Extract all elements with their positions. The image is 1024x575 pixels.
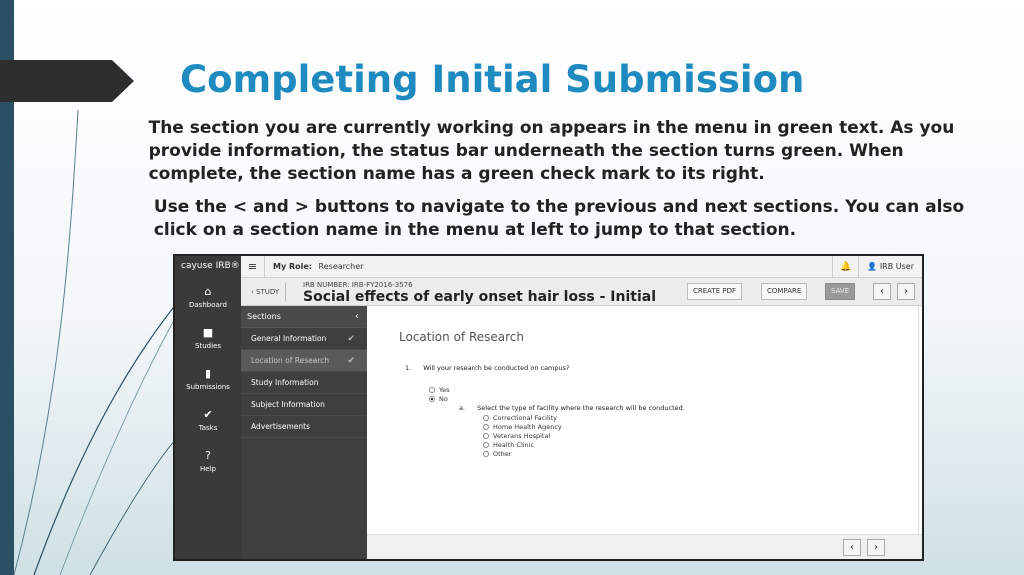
rail-item-studies[interactable]: ■ Studies [175, 319, 241, 360]
role-label: My Role: [273, 262, 312, 271]
radio-facility-option[interactable]: Other [483, 450, 511, 458]
question-1: 1. Will your research be conducted on ca… [405, 364, 569, 372]
title-arrow-tab [0, 60, 134, 102]
radio-label: Home Health Agency [493, 423, 562, 431]
radio-label: Health Clinic [493, 441, 535, 449]
rail-item-help[interactable]: ? Help [175, 442, 241, 483]
save-button[interactable]: SAVE [825, 283, 856, 300]
rail-label: Tasks [198, 424, 218, 432]
form-title: Location of Research [399, 330, 524, 344]
prev-section-button[interactable]: ‹ [873, 283, 891, 300]
radio-facility-option[interactable]: Health Clinic [483, 441, 534, 449]
compare-button[interactable]: COMPARE [761, 283, 808, 300]
menu-icon[interactable]: ≡ [241, 256, 265, 278]
sections-title: Sections [247, 312, 281, 321]
rail-label: Studies [195, 342, 221, 350]
app-topbar: ≡ My Role: Researcher 🔔 👤 IRB User [241, 256, 922, 278]
form-content: Location of Research 1. Will your resear… [367, 306, 919, 534]
radio-facility-option[interactable]: Home Health Agency [483, 423, 562, 431]
rail-item-dashboard[interactable]: ⌂ Dashboard [175, 278, 241, 319]
rail-item-tasks[interactable]: ✔ Tasks [175, 401, 241, 442]
section-item-study-information[interactable]: Study Information [241, 372, 367, 394]
check-icon: ✔ [203, 408, 213, 421]
next-section-button[interactable]: › [897, 283, 915, 300]
app-rail: cayuse IRB® ⌂ Dashboard ■ Studies ▮ Subm… [175, 256, 241, 559]
rail-label: Dashboard [189, 301, 227, 309]
section-label: General Information [251, 334, 327, 343]
app-logo: cayuse IRB® [181, 261, 240, 271]
help-icon: ? [205, 449, 211, 462]
section-label: Study Information [251, 378, 319, 387]
form-footer: ‹ › [367, 534, 922, 559]
section-label: Location of Research [251, 356, 330, 365]
folder-icon: ■ [202, 326, 214, 339]
sections-header: Sections ‹ [241, 306, 367, 328]
radio-button[interactable] [429, 396, 435, 402]
rail-item-submissions[interactable]: ▮ Submissions [175, 360, 241, 401]
bullet-list: The section you are currently working on… [138, 117, 978, 252]
radio-button[interactable] [483, 442, 489, 448]
question-letter: a. [459, 404, 466, 412]
chevron-left-icon[interactable]: ‹ [355, 306, 359, 328]
radio-yes[interactable]: Yes [429, 386, 450, 394]
radio-button[interactable] [483, 424, 489, 430]
section-item-general-information[interactable]: General Information ✔ [241, 328, 367, 350]
bullet-marker [138, 117, 149, 186]
section-item-subject-information[interactable]: Subject Information [241, 394, 367, 416]
bullet-item: Use the < and > buttons to navigate to t… [138, 196, 978, 242]
footer-next-button[interactable]: › [867, 539, 885, 556]
role-value: Researcher [318, 262, 364, 271]
section-item-advertisements[interactable]: Advertisements [241, 416, 367, 438]
rail-label: Help [200, 465, 216, 473]
rail-label: Submissions [186, 383, 230, 391]
radio-no[interactable]: No [429, 395, 448, 403]
create-pdf-button[interactable]: CREATE PDF [687, 283, 742, 300]
question-text: Will your research be conducted on campu… [423, 364, 570, 372]
bullet-marker [138, 196, 154, 242]
bullet-text: The section you are currently working on… [148, 118, 955, 184]
slide-title: Completing Initial Submission [180, 58, 805, 101]
role-display: My Role: Researcher [265, 262, 363, 271]
question-1a: a. Select the type of facility where the… [459, 404, 685, 412]
radio-label: Correctional Facility [493, 414, 557, 422]
bullet-item: The section you are currently working on… [138, 117, 978, 186]
check-icon: ✔ [347, 334, 355, 344]
study-title: Social effects of early onset hair loss … [303, 289, 657, 305]
study-back-button[interactable]: ‹ STUDY [245, 283, 287, 301]
study-header: ‹ STUDY IRB NUMBER: IRB-FY2016-3576 Soci… [241, 278, 922, 306]
bullet-text: Use the < and > buttons to navigate to t… [153, 197, 965, 240]
user-menu[interactable]: 👤 IRB User [858, 256, 922, 278]
check-icon: ✔ [347, 356, 355, 366]
section-item-location-of-research[interactable]: Location of Research ✔ [241, 350, 367, 372]
radio-facility-option[interactable]: Veterans Hospital [483, 432, 550, 440]
document-icon: ▮ [204, 367, 212, 380]
section-label: Advertisements [251, 422, 310, 431]
question-text: Select the type of facility where the re… [477, 404, 685, 412]
sections-menu: Sections ‹ General Information ✔ Locatio… [241, 306, 367, 559]
radio-label: No [439, 395, 448, 403]
radio-facility-option[interactable]: Correctional Facility [483, 414, 557, 422]
bell-icon[interactable]: 🔔 [832, 256, 858, 278]
radio-label: Yes [439, 386, 450, 394]
footer-prev-button[interactable]: ‹ [843, 539, 861, 556]
radio-button[interactable] [483, 433, 489, 439]
irb-number: IRB NUMBER: IRB-FY2016-3576 [303, 281, 413, 289]
radio-label: Veterans Hospital [493, 432, 551, 440]
section-label: Subject Information [251, 400, 325, 409]
app-screenshot: cayuse IRB® ⌂ Dashboard ■ Studies ▮ Subm… [173, 254, 924, 561]
radio-button[interactable] [483, 415, 489, 421]
radio-label: Other [493, 450, 512, 458]
radio-button[interactable] [483, 451, 489, 457]
home-icon: ⌂ [204, 285, 212, 298]
question-number: 1. [405, 364, 412, 372]
radio-button[interactable] [429, 387, 435, 393]
